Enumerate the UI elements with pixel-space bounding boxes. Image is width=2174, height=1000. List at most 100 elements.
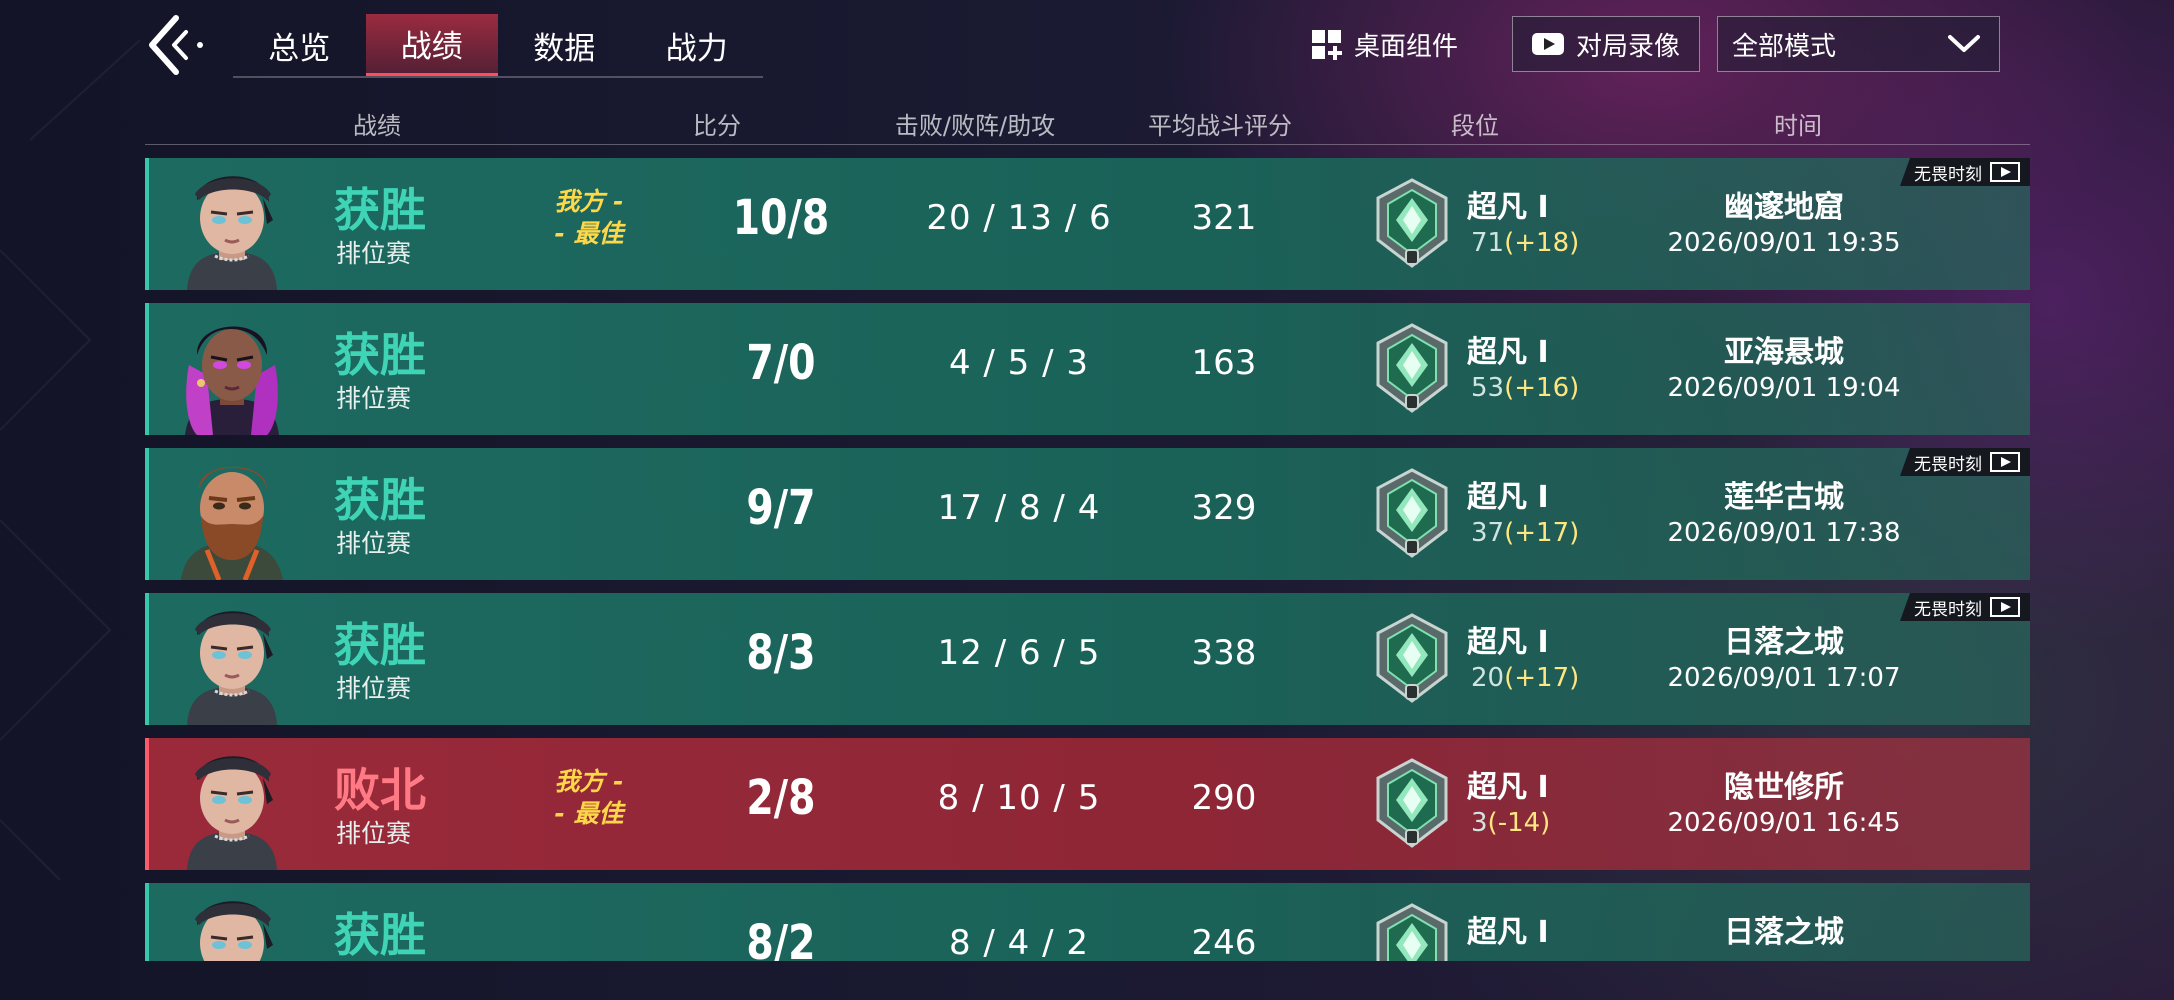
highlight-moment-label: 无畏时刻	[1914, 164, 1982, 185]
match-time: 2026/09/01 19:04	[1667, 373, 1901, 403]
match-row[interactable]: 获胜 排位赛 我方 - - 最佳 10/8 20 / 13 / 6 321 超凡 …	[145, 158, 2030, 290]
map-name: 幽邃地窟	[1724, 190, 1844, 225]
team-mvp-badge: 我方 - - 最佳	[534, 766, 644, 830]
combat-score: 246	[1191, 923, 1257, 961]
tab-stats[interactable]: 数据	[498, 14, 631, 76]
match-result: 获胜	[334, 908, 426, 961]
tab-bar: 总览 战绩 数据 战力	[233, 14, 763, 78]
kda: 8 / 10 / 5	[937, 778, 1101, 818]
agent-portrait	[185, 326, 279, 435]
agent-portrait	[187, 611, 277, 725]
highlight-moment-button[interactable]: 无畏时刻	[1900, 158, 2030, 186]
desktop-widget-button[interactable]: 桌面组件	[1312, 26, 1458, 63]
agent-portrait	[195, 901, 273, 961]
column-headers: 战绩 比分 击败/败阵/助攻 平均战斗评分 段位 时间	[145, 104, 2030, 145]
video-play-icon	[1990, 452, 2020, 472]
rank-rating: 71(+18)	[1471, 228, 1580, 258]
round-score: 8/2	[746, 915, 816, 961]
match-row[interactable]: 获胜 排位赛 8/3 12 / 6 / 5 338 超凡 I 20(+17) 日…	[145, 593, 2030, 725]
round-score: 2/8	[746, 770, 816, 826]
rank-name: 超凡 I	[1467, 480, 1549, 515]
kda: 8 / 4 / 2	[948, 923, 1090, 961]
agent-portrait	[187, 756, 277, 870]
queue-type: 排位赛	[336, 384, 412, 413]
rank-name: 超凡 I	[1467, 915, 1549, 950]
combat-score: 290	[1191, 778, 1257, 818]
rank-rating: 53(+16)	[1471, 373, 1580, 403]
rank-ascendant-icon	[1376, 903, 1448, 961]
col-header-acs: 平均战斗评分	[1148, 112, 1292, 140]
match-time: 2026/09/01 19:35	[1667, 228, 1901, 258]
mvp-line: 我方 -	[554, 767, 624, 796]
tab-overview[interactable]: 总览	[233, 14, 366, 76]
rank-rating: 20(+17)	[1471, 663, 1580, 693]
mvp-line: 我方 -	[554, 187, 624, 216]
video-play-icon	[1990, 597, 2020, 617]
rank-rating: 3(-14)	[1471, 808, 1551, 838]
match-row[interactable]: 获胜 排位赛 8/2 8 / 4 / 2 246 超凡 I 日落之城	[145, 883, 2030, 961]
team-mvp-badge: 我方 - - 最佳	[534, 186, 644, 250]
queue-type: 排位赛	[336, 959, 411, 961]
match-result: 获胜	[334, 618, 426, 672]
map-name: 莲华古城	[1724, 480, 1844, 515]
kda: 20 / 13 / 6	[926, 198, 1112, 238]
back-arrow-icon	[149, 15, 203, 75]
match-result: 获胜	[334, 473, 426, 527]
kda: 17 / 8 / 4	[937, 488, 1101, 528]
round-score: 10/8	[732, 190, 830, 246]
tab-label: 数据	[533, 30, 596, 67]
highlight-moment-button[interactable]: 无畏时刻	[1900, 593, 2030, 621]
video-play-icon	[1531, 33, 1564, 55]
col-header-rank: 段位	[1451, 112, 1499, 140]
combat-score: 163	[1191, 343, 1257, 383]
rank-name: 超凡 I	[1467, 625, 1549, 660]
rank-name: 超凡 I	[1467, 335, 1549, 370]
round-score: 7/0	[746, 335, 816, 391]
col-header-score: 比分	[693, 112, 741, 140]
match-time: 2026/09/01 17:38	[1667, 518, 1901, 548]
match-replay-label: 对局录像	[1575, 31, 1680, 62]
rank-name: 超凡 I	[1467, 190, 1549, 225]
match-result: 获胜	[334, 328, 426, 382]
tab-records[interactable]: 战绩	[365, 14, 498, 76]
tab-label: 总览	[268, 30, 331, 67]
round-score: 8/3	[746, 625, 816, 681]
match-row[interactable]: 获胜 排位赛 7/0 4 / 5 / 3 163 超凡 I 53(+16) 亚海…	[145, 303, 2030, 435]
highlight-moment-label: 无畏时刻	[1914, 599, 1982, 620]
match-row[interactable]: 败北 排位赛 我方 -- 最佳 2/8 8 / 10 / 5 290 超凡 I …	[145, 738, 2030, 870]
mode-select[interactable]: 全部模式	[1717, 16, 2000, 72]
agent-portrait	[181, 466, 283, 580]
col-header-time: 时间	[1774, 112, 1822, 140]
agent-portrait	[187, 176, 277, 290]
map-name: 隐世修所	[1724, 770, 1844, 805]
match-time: 2026/09/01 16:45	[1667, 808, 1901, 838]
mode-select-value: 全部模式	[1732, 31, 1837, 62]
back-button[interactable]	[140, 12, 210, 78]
col-header-kda: 击败/败阵/助攻	[894, 112, 1056, 140]
match-row[interactable]: 获胜 排位赛 9/7 17 / 8 / 4 329 超凡 I 37(+17) 莲…	[145, 448, 2030, 580]
rank-name: 超凡 I	[1467, 770, 1549, 805]
tab-label: 战力	[665, 30, 728, 67]
tab-label: 战绩	[400, 29, 463, 65]
desktop-widget-label: 桌面组件	[1354, 32, 1459, 62]
match-replay-button[interactable]: 对局录像	[1512, 16, 1700, 72]
rank-ascendant-icon	[1376, 178, 1448, 268]
queue-type: 排位赛	[336, 819, 412, 848]
rank-ascendant-icon	[1376, 468, 1448, 558]
mvp-line: - 最佳	[554, 799, 624, 828]
match-list: 获胜 排位赛 我方 - - 最佳 10/8 20 / 13 / 6 321 超凡 …	[145, 158, 2030, 961]
kda: 12 / 6 / 5	[937, 633, 1101, 673]
grid-plus-icon	[1312, 29, 1342, 60]
highlight-moment-button[interactable]: 无畏时刻	[1900, 448, 2030, 476]
match-result: 败北	[334, 763, 426, 817]
highlight-moment-label: 无畏时刻	[1914, 454, 1982, 475]
rank-ascendant-icon	[1376, 758, 1448, 848]
rank-ascendant-icon	[1376, 323, 1448, 413]
kda: 4 / 5 / 3	[948, 343, 1090, 383]
match-time: 2026/09/01 17:07	[1667, 663, 1901, 693]
queue-type: 排位赛	[336, 239, 412, 268]
queue-type: 排位赛	[336, 529, 412, 558]
map-name: 亚海悬城	[1724, 335, 1844, 370]
tab-power[interactable]: 战力	[631, 14, 764, 76]
combat-score: 321	[1191, 198, 1257, 238]
